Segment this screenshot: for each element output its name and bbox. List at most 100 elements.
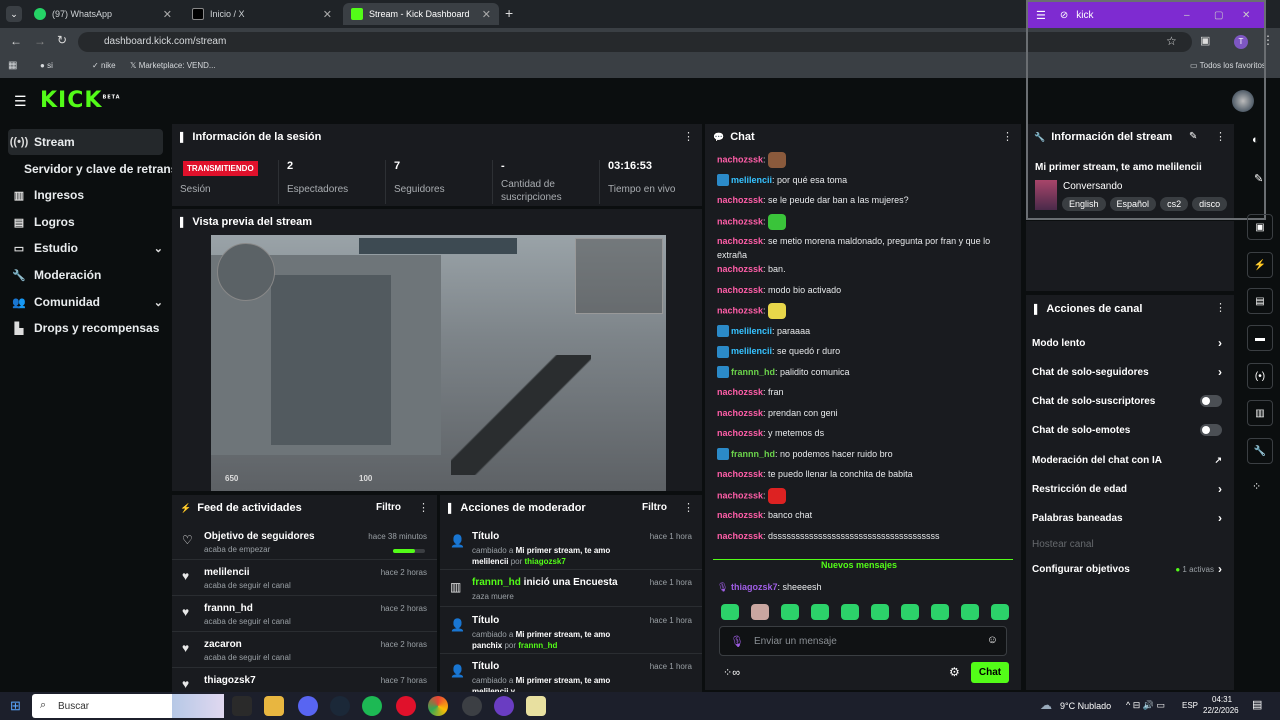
action-followers-only[interactable]: Chat de solo-seguidores › <box>1032 358 1222 386</box>
chat-bubble-icon[interactable]: ◐ <box>1252 134 1259 146</box>
tab-x[interactable]: Inicio / X ✕ <box>184 3 340 25</box>
chat-username[interactable]: nachozssk <box>717 236 763 246</box>
rail-layout-button[interactable]: ▥ <box>1247 400 1273 426</box>
rail-doc-button[interactable]: ▤ <box>1247 288 1273 314</box>
chat-username[interactable]: nachozssk <box>717 490 763 500</box>
chat-username[interactable]: nachozssk <box>717 285 763 295</box>
chat-username[interactable]: nachozssk <box>717 428 763 438</box>
taskbar-app-icon[interactable] <box>526 696 546 716</box>
taskbar-discord-icon[interactable] <box>298 696 318 716</box>
chat-username[interactable]: nachozssk <box>717 387 763 397</box>
chat-username[interactable]: frannn_hd <box>731 367 775 377</box>
kick-logo[interactable]: KICKBETA <box>40 88 121 113</box>
chat-settings-icon[interactable]: ⁘∞ <box>723 666 740 679</box>
rail-broadcast-button[interactable]: (•) <box>1247 363 1273 389</box>
more-options-icon[interactable]: ⋮ <box>1002 130 1013 143</box>
chat-username[interactable]: melilencii <box>731 175 772 185</box>
pencil-icon[interactable]: ✎ <box>1254 172 1263 185</box>
emote-icon[interactable] <box>901 604 919 620</box>
chat-username[interactable]: nachozssk <box>717 469 763 479</box>
emote-icon[interactable] <box>811 604 829 620</box>
chat-input[interactable]: 🎙 Enviar un mensaje ☺ <box>719 626 1007 656</box>
close-icon[interactable]: ✕ <box>482 8 491 21</box>
taskbar-spotify-icon[interactable] <box>362 696 382 716</box>
sidebar-item-moderacion[interactable]: 🔧 Moderación <box>8 262 163 288</box>
new-tab-button[interactable]: + <box>505 5 513 21</box>
reload-icon[interactable]: ↻ <box>57 33 67 47</box>
bookmark-si[interactable]: ● si <box>40 61 53 70</box>
rail-chat-button[interactable]: ▬ <box>1247 325 1273 351</box>
emote-icon[interactable] <box>961 604 979 620</box>
chat-username[interactable]: nachozssk <box>717 264 763 274</box>
chat-username[interactable]: nachozssk <box>717 510 763 520</box>
chat-username[interactable]: nachozssk <box>717 216 763 226</box>
action-banned-words[interactable]: Palabras baneadas › <box>1032 504 1222 532</box>
taskbar-app-icon[interactable] <box>462 696 482 716</box>
menu-icon[interactable]: ☰ <box>1036 9 1046 22</box>
bookmark-marketplace[interactable]: 𝕏 Marketplace: VEND... <box>130 61 216 70</box>
sidebar-item-estudio[interactable]: ▭ Estudio ⌄ <box>8 235 163 261</box>
minimize-icon[interactable]: – <box>1184 10 1190 21</box>
more-options-icon[interactable]: ⋮ <box>683 501 694 514</box>
forward-icon[interactable]: → <box>34 34 46 48</box>
notification-icon[interactable]: ▤ <box>1252 698 1262 711</box>
stream-preview-video[interactable]: 650 100 <box>211 235 666 491</box>
sidebar-item-ingresos[interactable]: ▥ Ingresos <box>8 182 163 208</box>
maximize-icon[interactable]: ▢ <box>1214 10 1223 21</box>
sidebar-item-logros[interactable]: ▤ Logros <box>8 209 163 235</box>
back-icon[interactable]: ← <box>10 34 22 48</box>
tray-icons[interactable]: ^ ⊟ 🔊 ▭ <box>1126 700 1165 711</box>
sidebar-item-stream[interactable]: ((•)) Stream <box>8 129 163 155</box>
clock-time[interactable]: 04:31 <box>1212 695 1232 704</box>
new-messages-label[interactable]: Nuevos mensajes <box>817 560 902 570</box>
tab-kick[interactable]: Stream - Kick Dashboard ✕ <box>343 3 499 25</box>
taskbar-explorer-icon[interactable] <box>264 696 284 716</box>
action-slow-mode[interactable]: Modo lento › <box>1032 329 1222 357</box>
subs-only-toggle[interactable] <box>1200 395 1222 407</box>
emote-icon[interactable] <box>931 604 949 620</box>
chat-username[interactable]: nachozssk <box>717 195 763 205</box>
emote-icon[interactable] <box>751 604 769 620</box>
action-configure-goals[interactable]: Configurar objetivos ● 1 activas › <box>1032 555 1222 583</box>
windows-start-icon[interactable]: ⊞ <box>10 698 21 714</box>
action-emotes-only[interactable]: Chat de solo-emotes <box>1032 416 1222 444</box>
url-input[interactable]: dashboard.kick.com/stream <box>78 32 1192 52</box>
chat-username[interactable]: melilencii <box>731 346 772 356</box>
chat-username[interactable]: nachozssk <box>717 531 763 541</box>
sidebar-item-server-key[interactable]: Servidor y clave de retransm <box>20 156 188 182</box>
more-options-icon[interactable]: ⋮ <box>683 130 694 143</box>
emotes-only-toggle[interactable] <box>1200 424 1222 436</box>
taskbar-app-icon[interactable] <box>494 696 514 716</box>
emote-icon[interactable] <box>781 604 799 620</box>
more-options-icon[interactable]: ⋮ <box>1215 301 1226 314</box>
chat-username[interactable]: thiagozsk7 <box>731 582 778 592</box>
chat-send-button[interactable]: Chat <box>971 662 1009 683</box>
taskbar-search[interactable]: ⌕ Buscar <box>32 694 224 718</box>
taskbar-steam-icon[interactable] <box>330 696 350 716</box>
feed-filter-button[interactable]: Filtro <box>376 502 401 513</box>
hamburger-icon[interactable]: ☰ <box>14 93 27 110</box>
close-icon[interactable]: ✕ <box>323 8 332 21</box>
sidebar-item-comunidad[interactable]: 👥 Comunidad ⌄ <box>8 289 163 315</box>
action-subs-only[interactable]: Chat de solo-suscriptores <box>1032 387 1222 415</box>
rail-wrench-button[interactable]: 🔧 <box>1247 438 1273 464</box>
close-icon[interactable]: ✕ <box>1242 10 1250 21</box>
clock-date[interactable]: 22/2/2026 <box>1203 706 1239 715</box>
emote-icon[interactable] <box>871 604 889 620</box>
weather-text[interactable]: 9°C Nublado <box>1060 701 1111 711</box>
chat-username[interactable]: nachozssk <box>717 305 763 315</box>
users-icon[interactable]: ⁘ <box>1252 480 1261 493</box>
emote-icon[interactable] <box>841 604 859 620</box>
mod-filter-button[interactable]: Filtro <box>642 502 667 513</box>
taskbar-app[interactable] <box>232 696 252 716</box>
apps-icon[interactable]: ▦ <box>8 60 17 71</box>
more-options-icon[interactable]: ⋮ <box>418 501 429 514</box>
language-indicator[interactable]: ESP <box>1182 701 1198 710</box>
tab-search-button[interactable]: ⌄ <box>6 6 22 22</box>
action-host-channel[interactable]: Hostear canal <box>1032 530 1222 558</box>
emote-icon[interactable] <box>721 604 739 620</box>
close-icon[interactable]: ✕ <box>163 8 172 21</box>
bookmark-nike[interactable]: ✓ nike <box>92 61 116 70</box>
mic-icon[interactable]: 🎙 <box>730 635 744 648</box>
emoji-icon[interactable]: ☺ <box>987 634 998 646</box>
